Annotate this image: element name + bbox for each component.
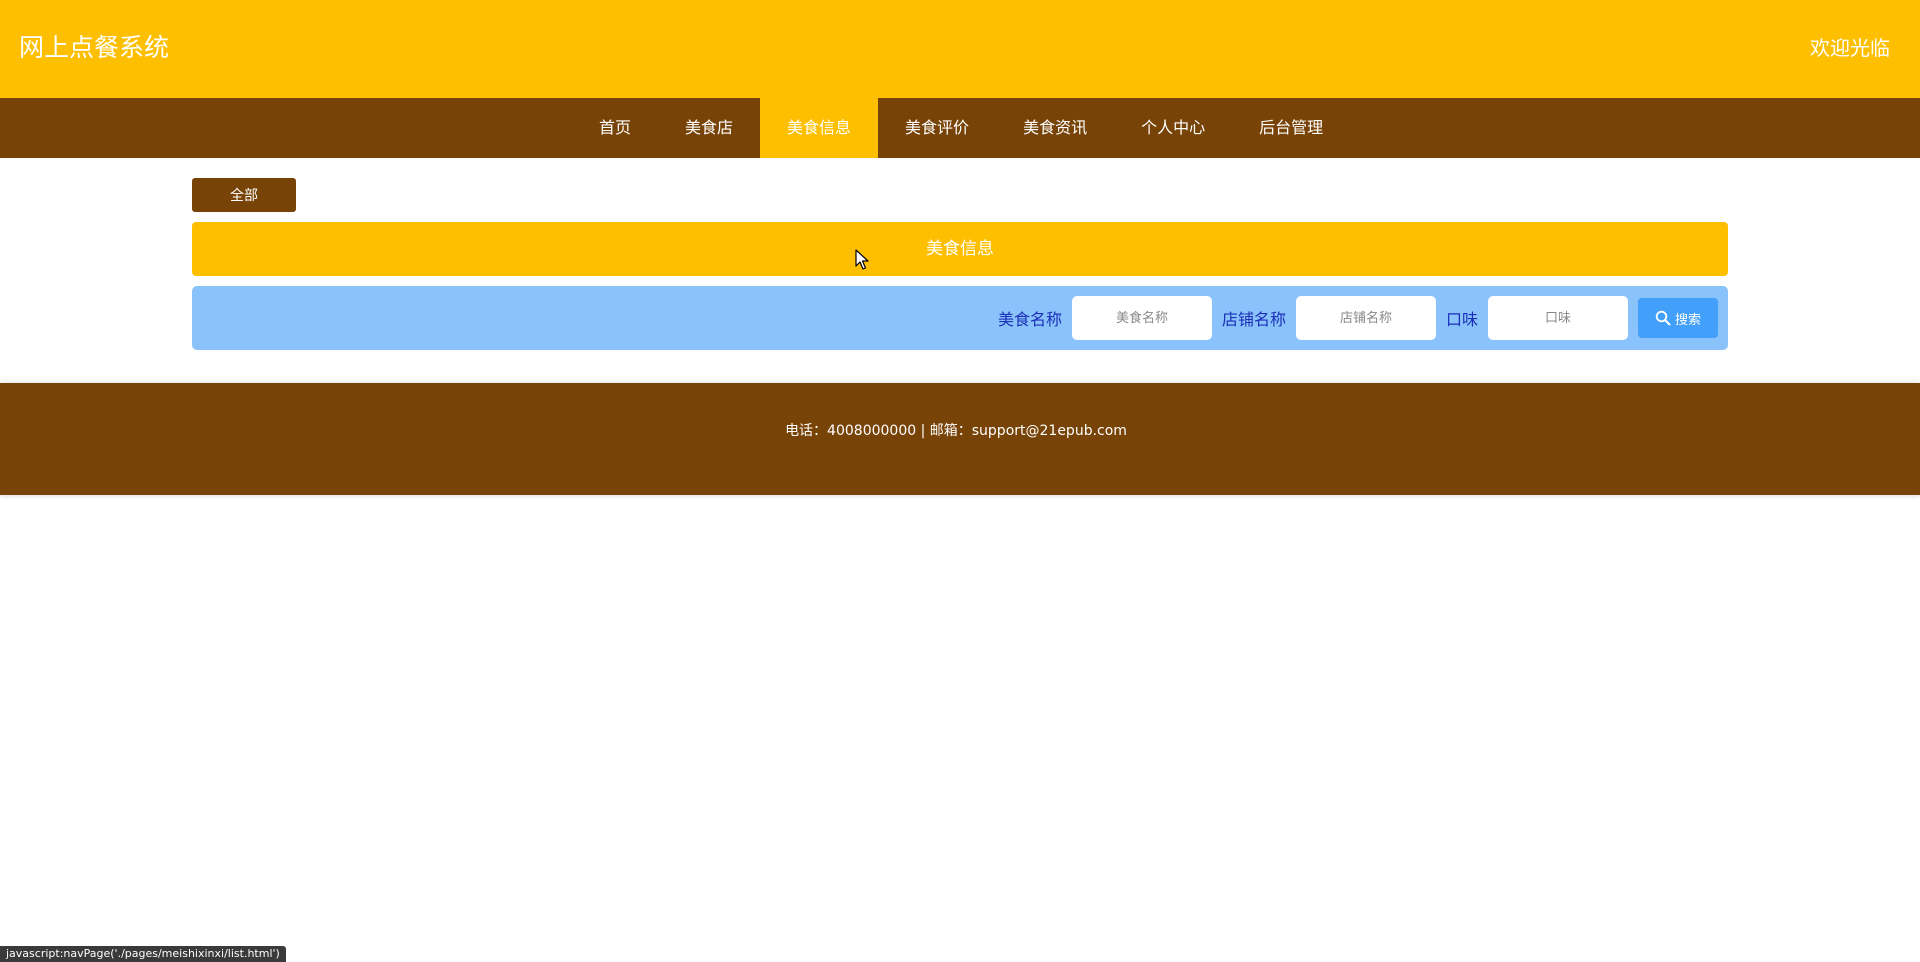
nav-item-food-reviews[interactable]: 美食评价 — [878, 98, 996, 158]
search-button-label: 搜索 — [1674, 312, 1701, 328]
page: 网上点餐系统 欢迎光临 首页 美食店 美食信息 美食评价 美食资讯 个人中心 后… — [0, 0, 1920, 962]
nav-item-home[interactable]: 首页 — [572, 98, 658, 158]
all-filter-button[interactable]: 全部 — [192, 178, 296, 212]
header: 网上点餐系统 欢迎光临 — [0, 0, 1920, 98]
site-title: 网上点餐系统 — [19, 33, 170, 62]
welcome-text: 欢迎光临 — [1810, 36, 1890, 60]
main-nav: 首页 美食店 美食信息 美食评价 美食资讯 个人中心 后台管理 — [0, 98, 1920, 158]
search-button[interactable]: 搜索 — [1638, 298, 1718, 338]
search-group: 美食名称 店铺名称 口味 搜索 — [998, 296, 1718, 340]
nav-item-food-info[interactable]: 美食信息 — [760, 98, 879, 158]
footer-contact: 电话：4008000000 | 邮箱：support@21epub.com — [785, 423, 1127, 439]
taste-label: 口味 — [1445, 310, 1478, 329]
search-icon — [1655, 310, 1671, 326]
status-bar-url: javascript:navPage('./pages/meishixinxi/… — [0, 946, 286, 962]
nav-item-admin[interactable]: 后台管理 — [1232, 98, 1350, 158]
nav-item-food-news[interactable]: 美食资讯 — [996, 98, 1114, 158]
shop-name-input[interactable] — [1295, 296, 1436, 340]
nav-item-personal-center[interactable]: 个人中心 — [1114, 98, 1232, 158]
search-bar: 美食名称 店铺名称 口味 搜索 — [192, 286, 1728, 350]
taste-input[interactable] — [1488, 296, 1628, 340]
nav-items: 首页 美食店 美食信息 美食评价 美食资讯 个人中心 后台管理 — [572, 98, 1350, 158]
nav-item-shops[interactable]: 美食店 — [658, 98, 760, 158]
shop-name-label: 店铺名称 — [1221, 310, 1286, 329]
food-name-input[interactable] — [1071, 296, 1212, 340]
food-name-label: 美食名称 — [997, 310, 1062, 329]
section-title: 美食信息 — [192, 222, 1728, 276]
footer: 电话：4008000000 | 邮箱：support@21epub.com — [0, 383, 1920, 495]
mouse-cursor-icon — [855, 249, 869, 270]
